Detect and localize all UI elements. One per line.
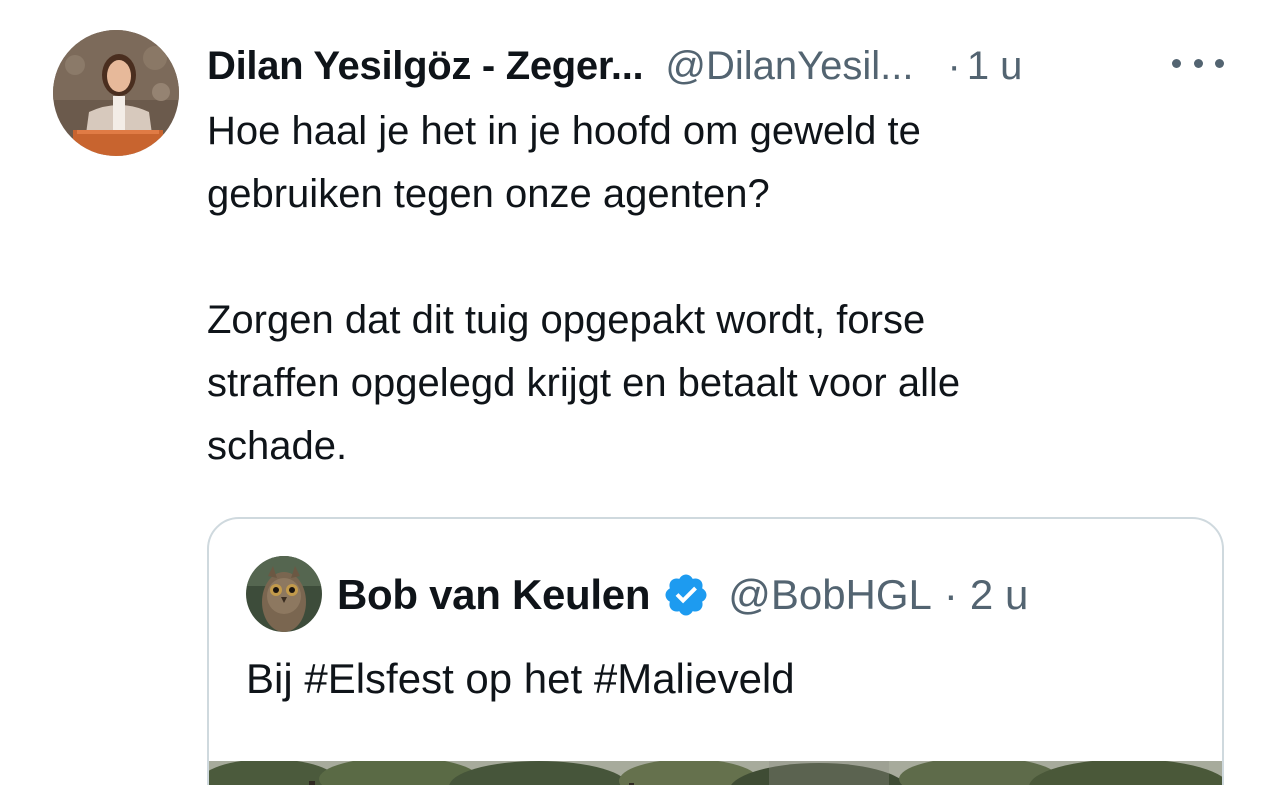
author-avatar[interactable] bbox=[53, 30, 179, 156]
media-photo-trees bbox=[209, 761, 1222, 785]
tweet-paragraph: Zorgen dat dit tuig opgepakt wordt, fors… bbox=[207, 298, 961, 468]
tweet[interactable]: Dilan Yesilgöz - Zeger... @DilanYesil...… bbox=[0, 0, 1280, 785]
author-avatar-image bbox=[53, 30, 179, 156]
separator-dot: · bbox=[947, 44, 961, 88]
tweet-paragraph: Hoe haal je het in je hoofd om geweld te… bbox=[207, 109, 921, 216]
quoted-author-handle[interactable]: @BobHGL bbox=[728, 567, 932, 623]
author-handle[interactable]: @DilanYesil... bbox=[665, 38, 913, 94]
quoted-tweet-media[interactable] bbox=[209, 761, 1222, 785]
verified-badge-icon bbox=[665, 574, 707, 616]
owl-avatar-image bbox=[246, 556, 322, 632]
tweet-timestamp[interactable]: 1 u bbox=[967, 38, 1023, 94]
quoted-author-display-name[interactable]: Bob van Keulen bbox=[337, 567, 650, 623]
more-dot bbox=[1193, 58, 1203, 68]
tweet-text: Hoe haal je het in je hoofd om geweld te… bbox=[207, 100, 1207, 478]
more-dot bbox=[1172, 58, 1181, 68]
more-dot bbox=[1215, 58, 1224, 68]
author-display-name[interactable]: Dilan Yesilgöz - Zeger... bbox=[207, 38, 644, 94]
quoted-tweet-timestamp[interactable]: 2 u bbox=[970, 567, 1028, 623]
more-horizontal-icon[interactable] bbox=[1172, 52, 1224, 74]
quoted-tweet-header: Bob van Keulen @BobHGL · 2 u bbox=[337, 567, 1028, 623]
quoted-tweet-card[interactable]: Bob van Keulen @BobHGL · 2 u Bij #Elsfes… bbox=[207, 517, 1224, 785]
tweet-header: Dilan Yesilgöz - Zeger... @DilanYesil...… bbox=[207, 38, 1022, 94]
separator-dot: · bbox=[943, 571, 958, 618]
quoted-tweet-text: Bij #Elsfest op het #Malieveld bbox=[246, 655, 795, 702]
quoted-author-avatar[interactable] bbox=[246, 556, 322, 632]
